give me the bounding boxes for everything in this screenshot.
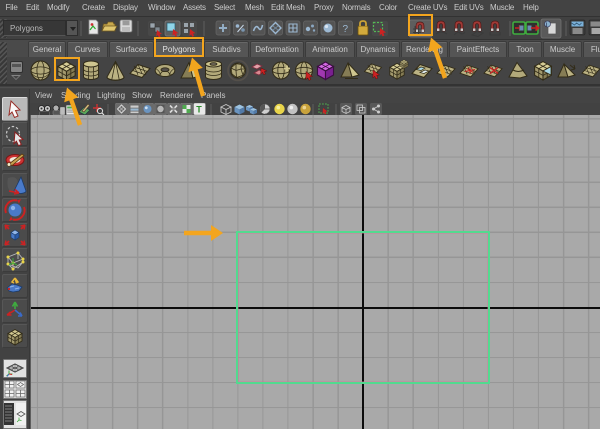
svg-text:T: T [196,105,202,115]
svg-text:i: i [546,23,547,29]
svg-text:?: ? [343,24,349,35]
